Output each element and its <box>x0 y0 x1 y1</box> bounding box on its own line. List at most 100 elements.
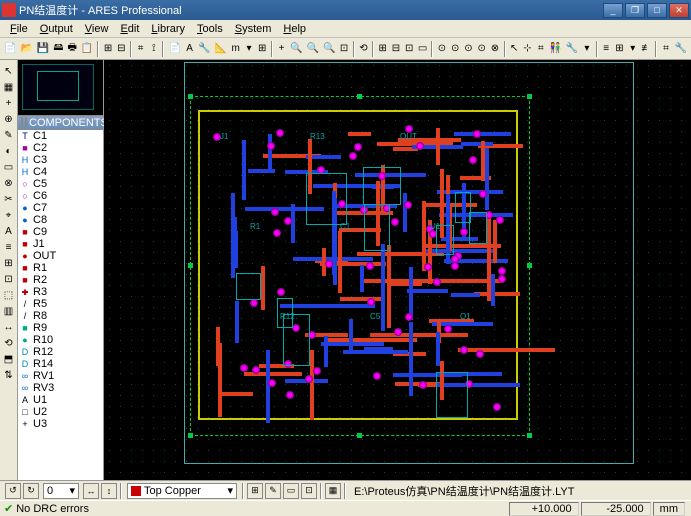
toolbar-btn-47[interactable]: ≡ <box>601 40 612 58</box>
toolbar-btn-50[interactable]: ≢ <box>640 40 652 58</box>
left-tool-7[interactable]: ⊗ <box>2 177 16 191</box>
left-tool-4[interactable]: ✎ <box>2 129 16 143</box>
component-item[interactable]: ○C6 <box>18 190 103 202</box>
left-tool-1[interactable]: ▦ <box>2 81 16 95</box>
flip-v-button[interactable]: ↕ <box>101 483 117 499</box>
toolbar-btn-17[interactable]: m <box>230 40 241 58</box>
left-tool-15[interactable]: ▥ <box>2 305 16 319</box>
toolbar-btn-38[interactable]: ⊗ <box>489 40 500 58</box>
component-item[interactable]: ■C2 <box>18 142 103 154</box>
toolbar-btn-30[interactable]: ⊟ <box>390 40 401 58</box>
toolbar-btn-45[interactable]: ▾ <box>581 40 592 58</box>
tool-3[interactable]: ▭ <box>283 483 299 499</box>
component-item[interactable] <box>18 430 103 442</box>
menu-library[interactable]: Library <box>145 23 191 35</box>
toolbar-btn-34[interactable]: ⊙ <box>436 40 447 58</box>
toolbar-btn-29[interactable]: ⊞ <box>377 40 388 58</box>
menu-edit[interactable]: Edit <box>114 23 145 35</box>
toolbar-btn-52[interactable]: ⌗ <box>660 40 671 58</box>
component-list[interactable]: TC1■C2HC3HC4○C5○C6●C7●C8■C9■J1●OUT■R1■R2… <box>18 130 103 480</box>
menu-system[interactable]: System <box>229 23 278 35</box>
restore-button[interactable]: ❐ <box>625 3 645 18</box>
tool-1[interactable]: ⊞ <box>247 483 263 499</box>
menu-view[interactable]: View <box>79 23 115 35</box>
list-btn-1[interactable] <box>21 117 23 127</box>
toolbar-btn-36[interactable]: ⊙ <box>463 40 474 58</box>
component-item[interactable]: ○C5 <box>18 178 103 190</box>
toolbar-btn-15[interactable]: 🔧 <box>197 40 211 58</box>
component-item[interactable]: ■R9 <box>18 322 103 334</box>
toolbar-btn-3[interactable]: 🖴 <box>52 40 64 58</box>
component-item[interactable]: +U3 <box>18 418 103 430</box>
toolbar-btn-7[interactable]: ⊞ <box>102 40 113 58</box>
toolbar-btn-4[interactable]: 🖶 <box>66 40 77 58</box>
component-item[interactable]: /R8 <box>18 310 103 322</box>
toolbar-btn-25[interactable]: ⊡ <box>338 40 349 58</box>
component-item[interactable]: ∞RV1 <box>18 370 103 382</box>
menu-output[interactable]: Output <box>34 23 79 35</box>
menu-file[interactable]: File <box>4 23 34 35</box>
component-item[interactable]: □U2 <box>18 406 103 418</box>
component-item[interactable]: ●R10 <box>18 334 103 346</box>
left-tool-19[interactable]: ⇅ <box>2 369 16 383</box>
toolbar-btn-37[interactable]: ⊙ <box>476 40 487 58</box>
component-item[interactable]: ●C7 <box>18 202 103 214</box>
component-item[interactable]: HC4 <box>18 166 103 178</box>
left-tool-6[interactable]: ▭ <box>2 161 16 175</box>
toolbar-btn-5[interactable]: 📋 <box>80 40 94 58</box>
component-item[interactable]: DR12 <box>18 346 103 358</box>
rotate-ccw-button[interactable]: ↺ <box>5 483 21 499</box>
left-tool-14[interactable]: ⬚ <box>2 289 16 303</box>
left-tool-3[interactable]: ⊕ <box>2 113 16 127</box>
close-button[interactable]: ✕ <box>669 3 689 18</box>
left-tool-18[interactable]: ⬒ <box>2 353 16 367</box>
layer-combo[interactable]: Top Copper▾ <box>127 483 237 499</box>
component-item[interactable]: 🞧R3 <box>18 286 103 298</box>
toolbar-btn-44[interactable]: 🔧 <box>565 40 579 58</box>
list-btn-2[interactable] <box>25 117 27 127</box>
component-item[interactable]: TC1 <box>18 130 103 142</box>
component-item[interactable]: AU1 <box>18 394 103 406</box>
toolbar-btn-1[interactable]: 📂 <box>19 40 33 58</box>
toolbar-btn-2[interactable]: 💾 <box>36 40 50 58</box>
rotation-combo[interactable]: 0▾ <box>43 483 79 499</box>
component-item[interactable]: ■C9 <box>18 226 103 238</box>
component-item[interactable]: /R5 <box>18 298 103 310</box>
component-item[interactable]: DR14 <box>18 358 103 370</box>
maximize-button[interactable]: □ <box>647 3 667 18</box>
rotate-cw-button[interactable]: ↻ <box>23 483 39 499</box>
left-tool-5[interactable]: ◐ <box>2 145 16 159</box>
toolbar-btn-32[interactable]: ▭ <box>417 40 428 58</box>
toolbar-btn-22[interactable]: 🔍 <box>289 40 303 58</box>
left-tool-9[interactable]: ⌖ <box>2 209 16 223</box>
menu-help[interactable]: Help <box>277 23 312 35</box>
pcb-canvas[interactable]: J1R1R12R13C1C5OUTU1Q1 <box>104 60 691 480</box>
flip-h-button[interactable]: ↔ <box>83 483 99 499</box>
left-tool-8[interactable]: ✂ <box>2 193 16 207</box>
toolbar-btn-42[interactable]: ⌗ <box>535 40 546 58</box>
toolbar-btn-27[interactable]: ⟲ <box>358 40 369 58</box>
left-tool-16[interactable]: ↔ <box>2 321 16 335</box>
tool-5[interactable]: ▦ <box>325 483 341 499</box>
minimize-button[interactable]: _ <box>603 3 623 18</box>
left-tool-13[interactable]: ⊡ <box>2 273 16 287</box>
toolbar-btn-8[interactable]: ⊟ <box>116 40 127 58</box>
left-tool-12[interactable]: ⊞ <box>2 257 16 271</box>
toolbar-btn-10[interactable]: ⌗ <box>135 40 146 58</box>
component-item[interactable]: ●C8 <box>18 214 103 226</box>
component-item[interactable]: ■J1 <box>18 238 103 250</box>
toolbar-btn-35[interactable]: ⊙ <box>450 40 461 58</box>
tool-4[interactable]: ⊡ <box>301 483 317 499</box>
toolbar-btn-23[interactable]: 🔍 <box>306 40 320 58</box>
tool-2[interactable]: ✎ <box>265 483 281 499</box>
menu-tools[interactable]: Tools <box>191 23 229 35</box>
toolbar-btn-43[interactable]: 👫 <box>548 40 562 58</box>
toolbar-btn-11[interactable]: ⟟ <box>148 40 159 58</box>
component-item[interactable]: ∞RV3 <box>18 382 103 394</box>
component-item[interactable]: ●OUT <box>18 250 103 262</box>
toolbar-btn-13[interactable]: 📄 <box>167 40 181 58</box>
toolbar-btn-31[interactable]: ⊡ <box>404 40 415 58</box>
component-item[interactable]: HC3 <box>18 154 103 166</box>
toolbar-btn-49[interactable]: ▾ <box>627 40 638 58</box>
toolbar-btn-0[interactable]: 📄 <box>3 40 17 58</box>
